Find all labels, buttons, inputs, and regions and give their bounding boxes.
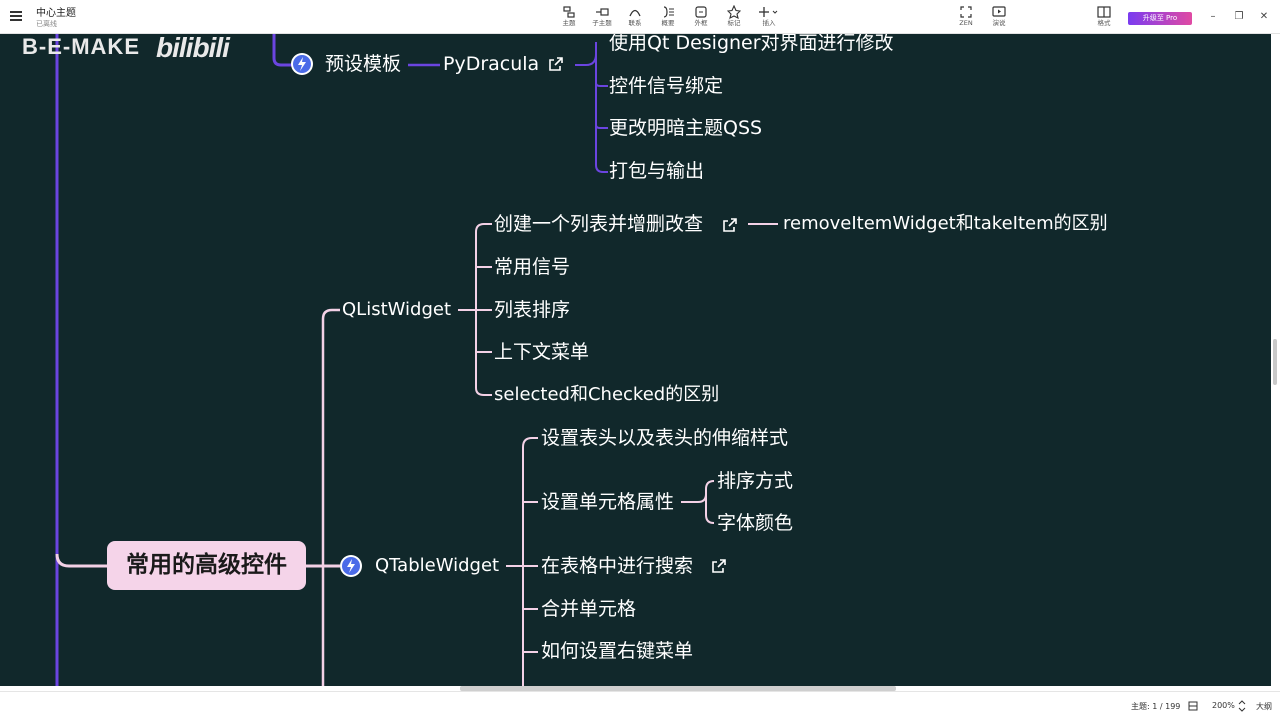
zoom-level[interactable]: 200% xyxy=(1212,701,1235,710)
fullscreen-icon xyxy=(960,6,972,18)
boundary-button[interactable]: 外框 xyxy=(686,5,716,31)
doc-title[interactable]: 中心主题 xyxy=(36,8,76,19)
node-signal-binding[interactable]: 控件信号绑定 xyxy=(609,74,723,98)
node-context-menu[interactable]: 上下文菜单 xyxy=(494,340,589,364)
boundary-icon xyxy=(695,6,707,18)
watermark-text: B-E-MAKE xyxy=(22,34,140,59)
status-bar: 主题: 1 / 199 200% 大纲 xyxy=(0,691,1280,720)
topic-count: 主题: 1 / 199 xyxy=(1131,702,1181,711)
present-button[interactable]: 演说 xyxy=(984,5,1014,31)
topic-button[interactable]: 主题 xyxy=(554,5,584,31)
format-panel-icon xyxy=(1097,6,1111,18)
node-sort-mode[interactable]: 排序方式 xyxy=(717,469,793,493)
outline-toggle[interactable]: 大纲 xyxy=(1256,701,1272,712)
node-table-search[interactable]: 在表格中进行搜索 xyxy=(541,554,693,578)
node-package-output[interactable]: 打包与输出 xyxy=(609,159,704,183)
upgrade-pro-button[interactable]: 升级至 Pro xyxy=(1128,12,1192,25)
node-merge-cells[interactable]: 合并单元格 xyxy=(541,597,636,621)
external-link-icon[interactable] xyxy=(548,56,564,72)
lightning-icon xyxy=(291,53,313,75)
node-create-list-crud[interactable]: 创建一个列表并增删改查 xyxy=(494,212,703,236)
doc-status: 已离线 xyxy=(36,20,57,28)
node-qtablewidget[interactable]: QTableWidget xyxy=(375,554,499,578)
marker-icon xyxy=(727,5,741,19)
zoom-stepper-icon[interactable] xyxy=(1238,700,1246,712)
topic-icon xyxy=(563,6,575,18)
node-font-color[interactable]: 字体颜色 xyxy=(717,511,793,535)
node-list-sort[interactable]: 列表排序 xyxy=(494,298,570,322)
map-view-icon[interactable] xyxy=(1188,701,1198,711)
node-theme-qss[interactable]: 更改明暗主题QSS xyxy=(609,116,762,140)
node-qlistwidget[interactable]: QListWidget xyxy=(342,298,451,322)
relationship-button[interactable]: 联系 xyxy=(620,5,650,31)
summary-button[interactable]: 概要 xyxy=(653,5,683,31)
format-button[interactable]: 格式 xyxy=(1089,5,1119,31)
restore-button[interactable]: ❐ xyxy=(1232,10,1246,24)
node-common-signals[interactable]: 常用信号 xyxy=(494,255,570,279)
marker-button[interactable]: 标记 xyxy=(719,5,749,31)
menu-icon[interactable] xyxy=(10,11,22,21)
node-pydracula[interactable]: PyDracula xyxy=(443,52,539,76)
close-button[interactable]: ✕ xyxy=(1257,10,1271,24)
toolbar: 中心主题 已离线 主题 子主题 联系 概要 外框 标记 插入 ZEN 演说 格式… xyxy=(0,0,1280,34)
central-topic[interactable]: 常用的高级控件 xyxy=(107,541,306,590)
subtopic-icon xyxy=(596,8,609,16)
vertical-scrollbar[interactable] xyxy=(1271,34,1280,686)
present-icon xyxy=(992,6,1006,17)
insert-icon xyxy=(759,7,778,17)
node-preset-template[interactable]: 预设模板 xyxy=(325,52,401,76)
lightning-icon xyxy=(340,555,362,577)
subtopic-button[interactable]: 子主题 xyxy=(587,5,617,31)
node-table-header[interactable]: 设置表头以及表头的伸缩样式 xyxy=(541,426,788,450)
relationship-icon xyxy=(629,9,641,17)
summary-icon xyxy=(663,6,674,18)
external-link-icon[interactable] xyxy=(722,217,738,233)
node-right-click-menu[interactable]: 如何设置右键菜单 xyxy=(541,639,693,663)
node-cell-attributes[interactable]: 设置单元格属性 xyxy=(541,490,674,514)
external-link-icon[interactable] xyxy=(711,558,727,574)
node-remove-vs-take[interactable]: removeItemWidget和takeItem的区别 xyxy=(783,212,1108,236)
insert-button[interactable]: 插入 xyxy=(754,5,784,31)
minimize-button[interactable]: – xyxy=(1206,10,1220,24)
zen-button[interactable]: ZEN xyxy=(951,5,981,31)
node-qt-designer[interactable]: 使用Qt Designer对界面进行修改 xyxy=(609,34,894,55)
mindmap-canvas[interactable]: B-E-MAKE bilibili 预设模板 PyDracula 使用Qt De… xyxy=(0,34,1271,686)
node-selected-vs-checked[interactable]: selected和Checked的区别 xyxy=(494,383,719,407)
bilibili-logo: bilibili xyxy=(156,34,230,63)
